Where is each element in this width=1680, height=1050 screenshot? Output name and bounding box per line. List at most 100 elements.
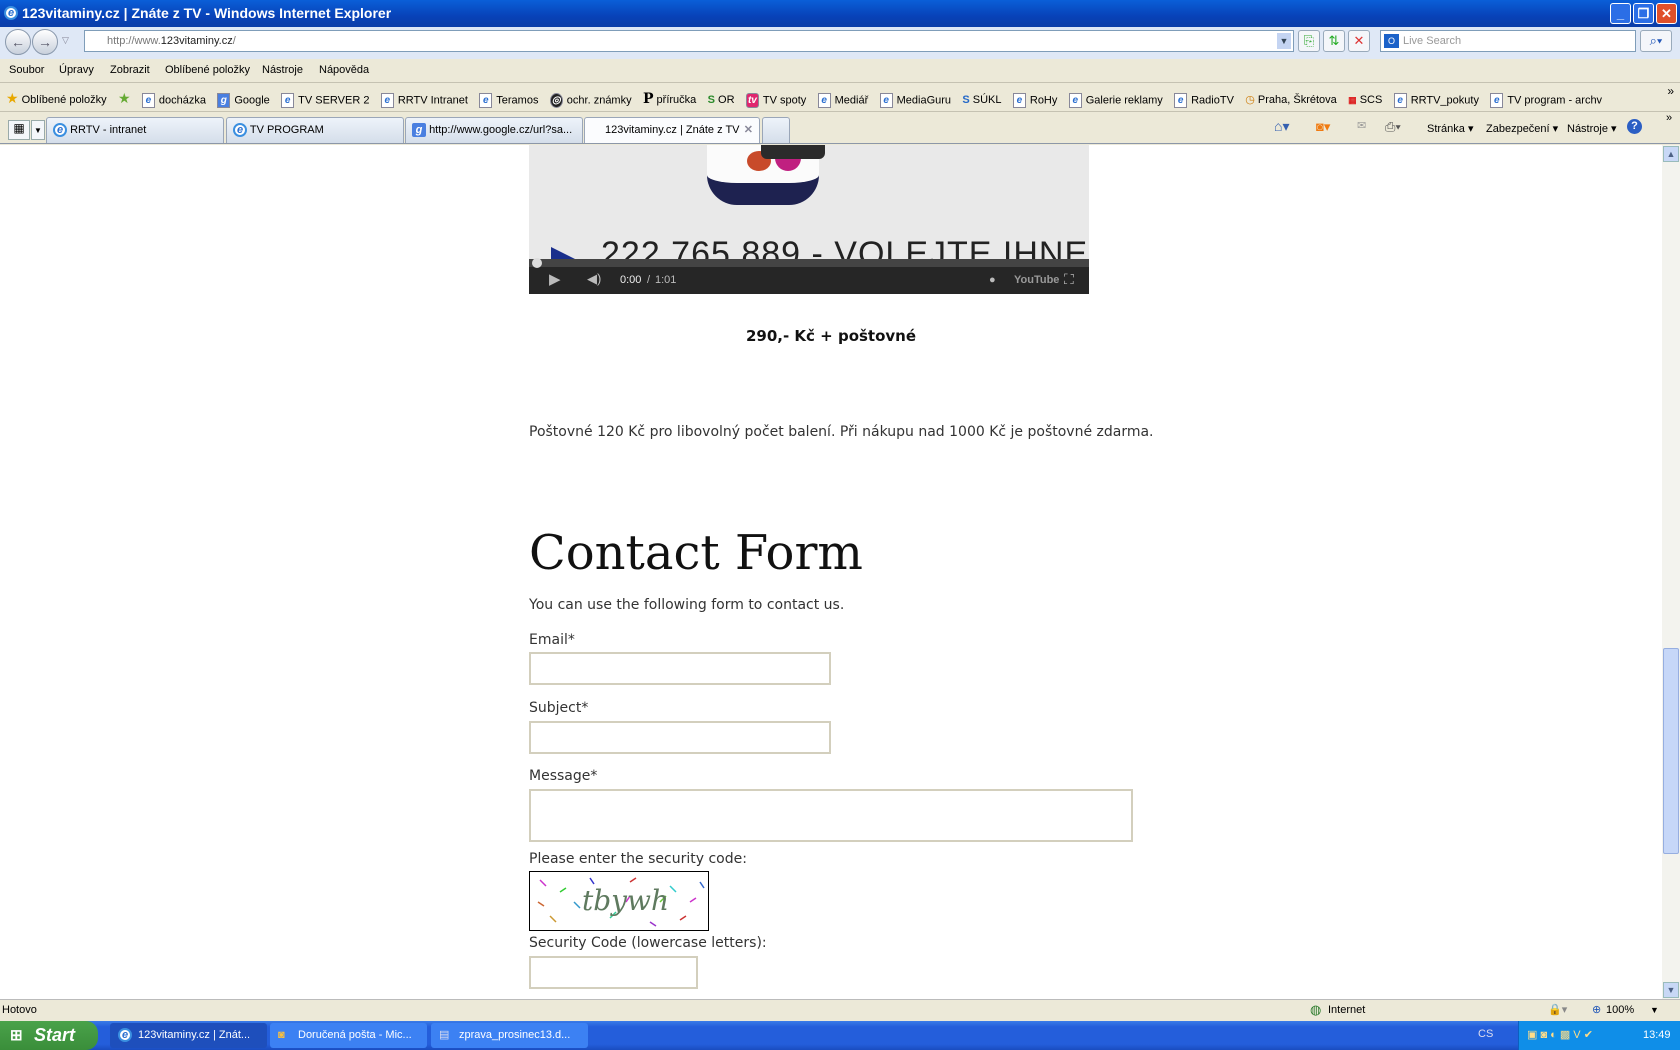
compat-view-icon[interactable]: ⎘	[1298, 30, 1320, 52]
fav-label: TV SERVER 2	[298, 94, 370, 106]
time-total: 1:01	[655, 274, 677, 286]
page-icon: e	[817, 92, 831, 108]
zoom-dropdown-icon[interactable]: ▼	[1650, 1000, 1659, 1020]
fav-label: RoHy	[1029, 94, 1058, 106]
fav-item[interactable]: P příručka	[643, 91, 696, 107]
page-menu[interactable]: Stránka ▾	[1427, 122, 1474, 135]
task-word[interactable]: ▤ zprava_prosinec13.d...	[431, 1023, 588, 1048]
youtube-video-player[interactable]: 222 765 889 - VOLEJTE IHNED! ▶ ◀) 0:00 /…	[529, 145, 1089, 294]
search-button[interactable]: ⌕▾	[1640, 30, 1672, 52]
fullscreen-icon[interactable]: ⛶	[1064, 271, 1074, 288]
fav-item[interactable]: S SÚKL	[962, 94, 1001, 106]
fav-item[interactable]: tv TV spoty	[745, 92, 806, 108]
start-button[interactable]: ⊞ Start	[0, 1021, 98, 1050]
scrollbar-thumb[interactable]	[1663, 648, 1679, 854]
task-outlook[interactable]: ◙ Doručená pošta - Mic...	[270, 1023, 427, 1048]
scroll-down-arrow-icon[interactable]: ▼	[1663, 982, 1679, 998]
help-icon[interactable]: ?	[1627, 119, 1642, 134]
add-favorite-icon[interactable]: ★	[118, 90, 131, 107]
video-progress-bar[interactable]	[529, 258, 1089, 268]
menu-upravy[interactable]: Úpravy	[59, 64, 94, 76]
fav-item[interactable]: g Google	[217, 92, 270, 108]
scroll-up-arrow-icon[interactable]: ▲	[1663, 146, 1679, 162]
fav-item[interactable]: e Teramos	[479, 92, 539, 108]
address-dropdown-icon[interactable]: ▼	[1277, 33, 1291, 49]
subject-field[interactable]	[529, 721, 831, 754]
fav-item[interactable]: e RadioTV	[1174, 92, 1234, 108]
fav-item[interactable]: e RRTV_pokuty	[1393, 92, 1479, 108]
fav-item[interactable]: e Galerie reklamy	[1068, 92, 1163, 108]
youtube-logo[interactable]: YouTube	[1014, 274, 1059, 286]
menu-zobrazit[interactable]: Zobrazit	[110, 64, 150, 76]
fav-label: Galerie reklamy	[1085, 94, 1163, 106]
security-code-field[interactable]	[529, 956, 698, 989]
fav-item[interactable]: e RoHy	[1012, 92, 1058, 108]
watch-later-icon[interactable]: ●	[989, 274, 996, 286]
fav-item[interactable]: ▦ SCS	[1348, 94, 1382, 106]
minimize-button[interactable]: _	[1610, 3, 1631, 24]
fav-item[interactable]: ◷ Praha, Škrétova	[1245, 93, 1337, 106]
zoom-icon[interactable]: ⊕	[1592, 1000, 1601, 1020]
security-prompt: Please enter the security code:	[529, 851, 747, 867]
email-field[interactable]	[529, 652, 831, 685]
forward-button[interactable]: →	[32, 29, 58, 55]
fav-item[interactable]: e MediaGuru	[879, 92, 951, 108]
more-commands-chevron-icon[interactable]: »	[1666, 112, 1672, 124]
stop-icon[interactable]: ✕	[1348, 30, 1370, 52]
menu-soubor[interactable]: Soubor	[9, 64, 44, 76]
mail-icon[interactable]: ✉	[1357, 119, 1366, 132]
fav-item[interactable]: e Mediář	[817, 92, 868, 108]
search-input[interactable]: O Live Search	[1380, 30, 1636, 52]
tools-menu[interactable]: Nástroje ▾	[1567, 122, 1617, 135]
tab-rrtv-intranet[interactable]: e RRTV - intranet	[46, 117, 224, 143]
fav-label: OR	[718, 94, 735, 106]
fav-item[interactable]: e TV program - archv	[1490, 92, 1602, 108]
message-textarea[interactable]	[529, 789, 1133, 842]
tab-list-dropdown[interactable]: ▼	[31, 120, 45, 140]
refresh-icon[interactable]: ⇅	[1323, 30, 1345, 52]
address-bar[interactable]: http://www.123vitaminy.cz/ ▼	[84, 30, 1294, 52]
tab-tv-program[interactable]: e TV PROGRAM	[226, 117, 404, 143]
volume-icon[interactable]: ◀)	[587, 271, 601, 287]
play-icon[interactable]: ▶	[549, 270, 561, 288]
home-icon[interactable]: ⌂▾	[1274, 118, 1289, 135]
fav-item[interactable]: e RRTV Intranet	[380, 92, 468, 108]
security-menu[interactable]: Zabezpečení ▾	[1486, 122, 1558, 135]
tab-123vitaminy[interactable]: 123vitaminy.cz | Znáte z TV ✕	[584, 117, 760, 143]
fav-label: příručka	[656, 94, 697, 106]
language-indicator[interactable]: CS	[1478, 1028, 1493, 1040]
vertical-scrollbar[interactable]: ▲ ▼	[1662, 145, 1680, 999]
ie-icon: e	[53, 123, 67, 138]
restore-button[interactable]: ❐	[1633, 3, 1654, 24]
new-tab-button[interactable]	[762, 117, 790, 143]
task-ie[interactable]: e 123vitaminy.cz | Znát...	[110, 1023, 267, 1048]
rss-icon[interactable]: ◙▾	[1316, 119, 1330, 135]
tab-google[interactable]: g http://www.google.cz/url?sa...	[405, 117, 583, 143]
tray-icons[interactable]: ▣ ◙ ◐ ▩ V ✔	[1527, 1021, 1593, 1050]
progress-handle[interactable]	[532, 258, 542, 268]
fav-label: RRTV_pokuty	[1410, 94, 1479, 106]
quick-tabs-icon[interactable]: ▦	[8, 120, 30, 140]
menu-oblibene[interactable]: Oblíbené položky	[165, 64, 250, 76]
print-icon[interactable]: ⎙▾	[1385, 119, 1401, 135]
live-search-icon: O	[1384, 34, 1399, 48]
menu-napoveda[interactable]: Nápověda	[319, 64, 369, 76]
more-favorites-chevron-icon[interactable]: »	[1667, 84, 1674, 98]
zoom-level[interactable]: 100%	[1606, 1000, 1634, 1020]
close-tab-icon[interactable]: ✕	[744, 118, 753, 142]
favorites-button[interactable]: ★ Oblíbené položky	[6, 90, 107, 107]
protected-mode-icon[interactable]: 🔒▾	[1548, 1000, 1567, 1020]
close-button[interactable]: ✕	[1656, 3, 1677, 24]
fav-label: SÚKL	[972, 94, 1002, 106]
shipping-text: Poštovné 120 Kč pro libovolný počet bale…	[529, 424, 1154, 440]
fav-label: Teramos	[496, 94, 539, 106]
fav-label: RRTV Intranet	[397, 94, 468, 106]
history-dropdown-icon[interactable]: ▽	[62, 35, 69, 46]
fav-item[interactable]: e docházka	[141, 92, 206, 108]
fav-item[interactable]: ◎ ochr. známky	[549, 92, 632, 108]
menu-nastroje[interactable]: Nástroje	[262, 64, 303, 76]
back-button[interactable]: ←	[5, 29, 31, 55]
tab-row: ▦ ▼ e RRTV - intranet e TV PROGRAM g htt…	[0, 112, 1680, 144]
fav-item[interactable]: e TV SERVER 2	[281, 92, 370, 108]
fav-item[interactable]: S OR	[708, 94, 735, 106]
